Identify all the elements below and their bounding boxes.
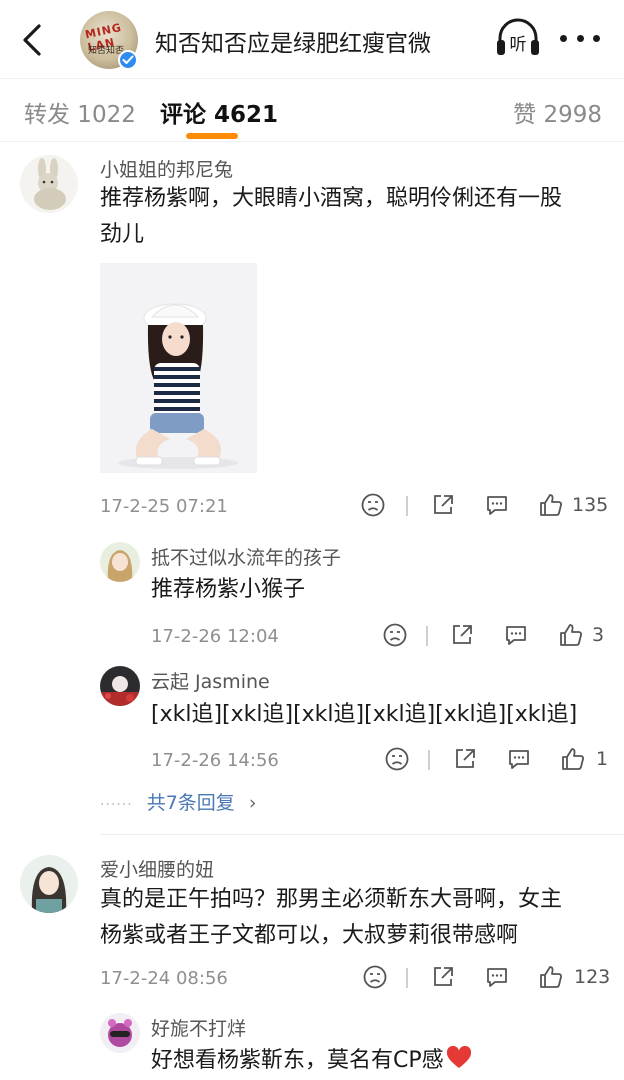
share-icon[interactable]	[449, 622, 475, 648]
top-bar: MING LAN 知否知否 知否知否应是绿肥红瘦官微 听	[0, 0, 624, 78]
dislike-face-icon[interactable]	[384, 746, 410, 772]
more-replies-label: 共7条回复	[146, 792, 235, 814]
comment-text: 劲儿	[100, 222, 145, 247]
listen-label: 听	[510, 35, 527, 55]
girl-avatar-icon	[100, 542, 140, 582]
dislike-face-icon[interactable]	[362, 964, 388, 990]
like-count: 3	[592, 624, 605, 646]
divider	[100, 834, 624, 835]
avatar[interactable]	[100, 542, 140, 582]
comment-bubble-icon[interactable]	[503, 622, 529, 648]
photo-image	[100, 263, 257, 473]
divider	[428, 750, 430, 770]
divider	[406, 968, 408, 988]
comment-bubble-icon[interactable]	[484, 492, 510, 518]
dot-icon	[576, 34, 584, 42]
reply-text-row: 好想看杨紫靳东，莫名有CP感	[151, 1043, 472, 1079]
flower-avatar-icon	[100, 666, 140, 706]
reply-timestamp: 17-2-26 12:04	[151, 626, 279, 647]
divider	[426, 626, 428, 646]
comment-timestamp: 17-2-25 07:21	[100, 496, 228, 517]
dots-decoration: ······	[100, 797, 133, 813]
avatar[interactable]	[20, 155, 78, 213]
divider	[406, 496, 408, 516]
cartoon-avatar-icon	[100, 1013, 140, 1053]
like-count: 123	[574, 966, 611, 988]
listen-button[interactable]: 听	[494, 18, 542, 60]
headphones-icon: 听	[497, 18, 539, 55]
dislike-face-icon[interactable]	[360, 492, 386, 518]
tab-bar: 转发 1022 评论 4621 赞 2998	[0, 78, 624, 142]
comment-text: 真的是正午拍吗？那男主必须靳东大哥啊，女主	[100, 887, 563, 912]
reply-text: 好想看杨紫靳东，莫名有CP感	[151, 1048, 444, 1073]
tab-comment[interactable]: 评论 4621	[160, 95, 278, 129]
comment-photo[interactable]	[100, 263, 257, 473]
tab-repost[interactable]: 转发 1022	[24, 95, 136, 129]
dislike-face-icon[interactable]	[382, 622, 408, 648]
verified-badge-icon	[118, 50, 138, 70]
reply-timestamp: 17-2-26 14:56	[151, 750, 279, 771]
avatar[interactable]	[20, 855, 78, 913]
reply-actions: 1	[384, 746, 624, 776]
tab-like[interactable]: 赞 2998	[513, 95, 602, 129]
reply-text: 推荐杨紫小猴子	[151, 577, 306, 602]
comment-actions: 123	[362, 964, 624, 994]
like-count: 135	[572, 494, 609, 516]
reply-username[interactable]: 抵不过似水流年的孩子	[151, 543, 341, 570]
chevron-left-icon	[23, 24, 41, 56]
comment-username[interactable]: 爱小细腰的妞	[100, 855, 214, 882]
reply-username[interactable]: 好旎不打烊	[151, 1014, 246, 1041]
reply-actions: 3	[382, 622, 624, 652]
share-icon[interactable]	[430, 964, 456, 990]
comment-timestamp: 17-2-24 08:56	[100, 968, 228, 989]
thumbs-up-icon[interactable]	[558, 622, 584, 648]
page-title: 知否知否应是绿肥红瘦官微	[155, 31, 431, 57]
chevron-right-icon: ›	[248, 792, 257, 814]
like-count: 1	[596, 748, 609, 770]
comment-actions: 135	[360, 492, 624, 522]
reply-text: [xkl追][xkl追][xkl追][xkl追][xkl追][xkl追]	[151, 702, 578, 727]
comment-text: 杨紫或者王子文都可以，大叔萝莉很带感啊	[100, 923, 519, 948]
comment-text: 推荐杨紫啊，大眼睛小酒窝，聪明伶俐还有一股	[100, 186, 563, 211]
more-options-button[interactable]	[560, 28, 600, 48]
active-tab-indicator	[186, 133, 238, 139]
thumbs-up-icon[interactable]	[538, 964, 564, 990]
bunny-avatar-icon	[20, 155, 78, 213]
comment-username[interactable]: 小姐姐的邦尼兔	[100, 155, 233, 182]
share-icon[interactable]	[452, 746, 478, 772]
comment-bubble-icon[interactable]	[484, 964, 510, 990]
share-icon[interactable]	[430, 492, 456, 518]
anime-girl-avatar-icon	[20, 855, 78, 913]
heart-icon	[446, 1046, 471, 1068]
back-button[interactable]	[18, 20, 48, 60]
avatar[interactable]	[100, 1013, 140, 1053]
thumbs-up-icon[interactable]	[538, 492, 564, 518]
view-more-replies-link[interactable]: ······ 共7条回复 ›	[100, 788, 256, 815]
reply-username[interactable]: 云起 Jasmine	[151, 667, 270, 694]
dot-icon	[560, 34, 567, 42]
thumbs-up-icon[interactable]	[560, 746, 586, 772]
dot-icon	[593, 34, 600, 42]
comment-bubble-icon[interactable]	[506, 746, 532, 772]
avatar[interactable]	[100, 666, 140, 706]
